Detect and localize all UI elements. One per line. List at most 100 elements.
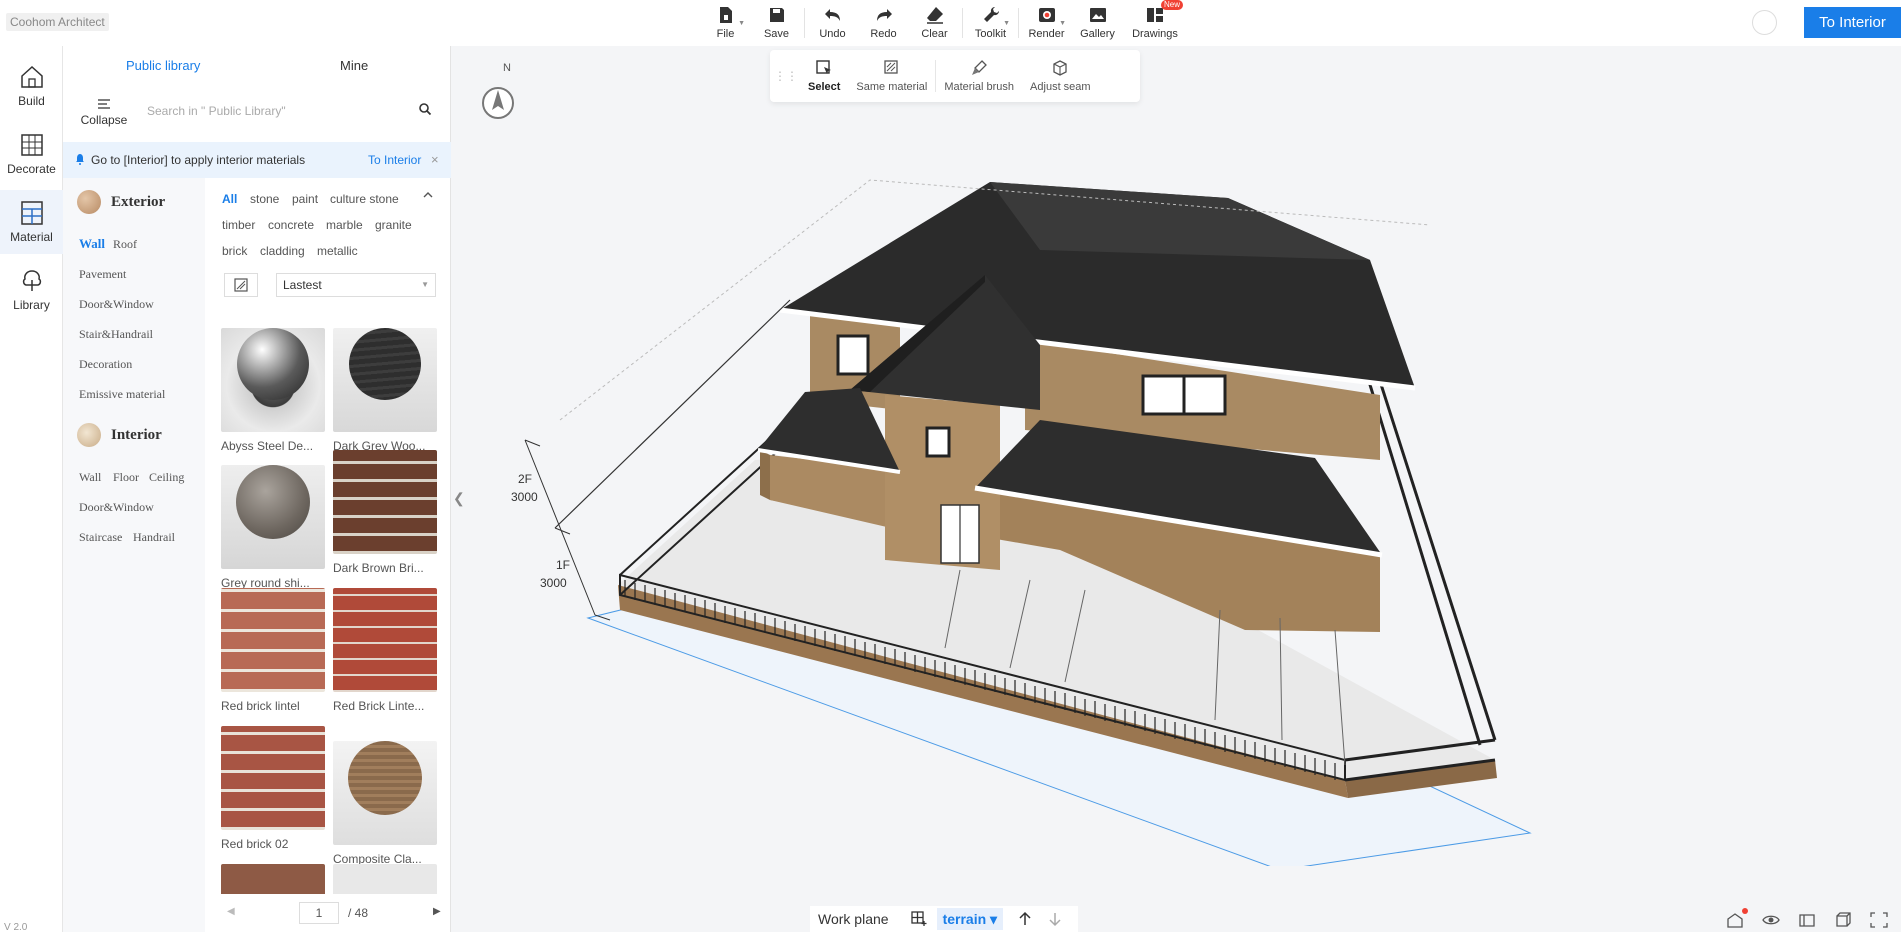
rail-item-build[interactable]: Build	[0, 54, 63, 118]
category-exterior-wall[interactable]: Wall	[79, 236, 105, 252]
notice-to-interior-link[interactable]: To Interior	[368, 153, 421, 167]
tag-brick[interactable]: brick	[222, 244, 247, 258]
chevron-down-icon: ▼	[1003, 20, 1010, 27]
scene-settings-button[interactable]	[1726, 908, 1748, 928]
pagination: ◀ 1 / 48 ▶	[217, 902, 451, 926]
tag-metallic[interactable]: metallic	[317, 244, 358, 258]
clear-button[interactable]: Clear	[909, 0, 960, 46]
2d-view-button[interactable]	[1798, 912, 1816, 928]
view-toggle-button[interactable]	[224, 273, 258, 297]
category-staircase[interactable]: Staircase	[79, 530, 122, 545]
rail-item-library[interactable]: Library	[0, 258, 63, 322]
category-door-window[interactable]: Door&Window	[79, 297, 154, 312]
tag-granite[interactable]: granite	[375, 218, 412, 232]
chevron-down-icon: ▼	[738, 20, 745, 27]
terrain-dropdown[interactable]: terrain ▾	[936, 908, 1004, 930]
tag-marble[interactable]: marble	[326, 218, 363, 232]
rail-label: Decorate	[7, 162, 56, 176]
file-button[interactable]: File ▼	[700, 0, 751, 46]
render-label: Render	[1028, 28, 1065, 40]
category-exterior-roof[interactable]: Roof	[113, 237, 137, 252]
cube-view-icon	[1836, 912, 1851, 927]
main-roof-shade	[990, 182, 1370, 260]
previous-page-icon[interactable]: ◀	[227, 906, 235, 917]
material-library-panel: Public library Mine Collapse Go to [Inte…	[63, 46, 451, 932]
material-thumbnail	[221, 465, 325, 569]
filter-icon	[98, 99, 110, 109]
tab-public-library[interactable]: Public library	[126, 58, 200, 73]
rail-item-material[interactable]: Material	[0, 190, 63, 254]
house-outline-icon	[1727, 913, 1743, 928]
bay-window[interactable]	[925, 426, 951, 458]
rail-item-decorate[interactable]: Decorate	[0, 122, 63, 186]
to-interior-button[interactable]: To Interior	[1804, 7, 1901, 38]
material-card[interactable]	[221, 864, 325, 894]
arrow-up-icon[interactable]	[1017, 911, 1033, 927]
3d-view-button[interactable]	[1834, 912, 1852, 928]
gallery-button[interactable]: Gallery	[1072, 0, 1123, 46]
tag-timber[interactable]: timber	[222, 218, 255, 232]
save-label: Save	[763, 28, 790, 40]
category-decoration[interactable]: Decoration	[79, 357, 132, 372]
tag-concrete[interactable]: concrete	[268, 218, 314, 232]
add-plane-icon[interactable]	[910, 911, 927, 927]
redo-button[interactable]: Redo	[858, 0, 909, 46]
fullscreen-button[interactable]	[1870, 912, 1888, 928]
house-model[interactable]	[452, 46, 1552, 866]
material-card[interactable]: Red Brick Linte...	[333, 588, 437, 713]
undo-button[interactable]: Undo	[807, 0, 858, 46]
interior-thumb	[77, 423, 101, 447]
tab-mine[interactable]: Mine	[340, 58, 368, 73]
material-card[interactable]: Dark Brown Bri...	[333, 450, 437, 575]
close-icon[interactable]: ×	[431, 152, 439, 167]
save-button[interactable]: Save	[751, 0, 802, 46]
material-card[interactable]	[333, 864, 437, 894]
material-card[interactable]: Red brick lintel	[221, 588, 325, 713]
category-interior-door-window[interactable]: Door&Window	[79, 500, 154, 515]
house-icon	[20, 65, 43, 88]
tag-all[interactable]: All	[222, 192, 237, 206]
category-emissive-material[interactable]: Emissive material	[79, 387, 165, 402]
material-card[interactable]: Grey round shi...	[221, 450, 325, 590]
category-interior-wall[interactable]: Wall	[79, 470, 101, 485]
category-ceiling[interactable]: Ceiling	[149, 470, 184, 485]
material-thumbnail	[221, 864, 325, 894]
search-input[interactable]	[147, 98, 417, 124]
tag-culture-stone[interactable]: culture stone	[330, 192, 399, 206]
sort-select[interactable]: Lastest ▼	[276, 273, 436, 297]
category-exterior[interactable]: Exterior	[77, 190, 165, 214]
visibility-button[interactable]	[1762, 912, 1780, 928]
tag-stone[interactable]: stone	[250, 192, 279, 206]
category-handrail[interactable]: Handrail	[133, 530, 175, 545]
drawings-button[interactable]: Drawings New	[1123, 0, 1187, 46]
category-stair-handrail[interactable]: Stair&Handrail	[79, 327, 153, 342]
category-interior[interactable]: Interior	[77, 423, 162, 447]
material-card[interactable]: Composite Cla...	[333, 726, 437, 866]
material-card[interactable]: Dark Grey Woo...	[333, 312, 437, 453]
chevron-up-icon[interactable]	[422, 189, 434, 201]
exterior-title: Exterior	[111, 193, 166, 210]
tag-cladding[interactable]: cladding	[260, 244, 305, 258]
material-thumbnail	[221, 726, 325, 830]
redo-label: Redo	[870, 28, 897, 40]
collapse-button[interactable]: Collapse	[79, 98, 129, 127]
next-page-icon[interactable]: ▶	[433, 906, 441, 917]
floor-2-height: 3000	[511, 490, 538, 504]
fullscreen-icon	[1870, 912, 1888, 928]
render-button[interactable]: Render ▼	[1021, 0, 1072, 46]
category-floor[interactable]: Floor	[113, 470, 139, 485]
chevron-down-icon: ▼	[1059, 20, 1066, 27]
page-input[interactable]: 1	[299, 902, 339, 924]
tag-paint[interactable]: paint	[292, 192, 318, 206]
toolkit-button[interactable]: Toolkit ▼	[965, 0, 1016, 46]
material-icon	[20, 201, 43, 225]
material-card[interactable]: Abyss Steel De...	[221, 312, 325, 453]
avatar[interactable]	[1752, 10, 1777, 35]
undo-icon	[824, 9, 840, 21]
arrow-down-icon[interactable]	[1047, 911, 1063, 927]
search-icon[interactable]	[418, 102, 432, 116]
upper-window-left[interactable]	[836, 334, 870, 376]
category-pavement[interactable]: Pavement	[79, 267, 126, 282]
sort-value: Lastest	[283, 278, 322, 292]
material-card[interactable]: Red brick 02	[221, 726, 325, 851]
